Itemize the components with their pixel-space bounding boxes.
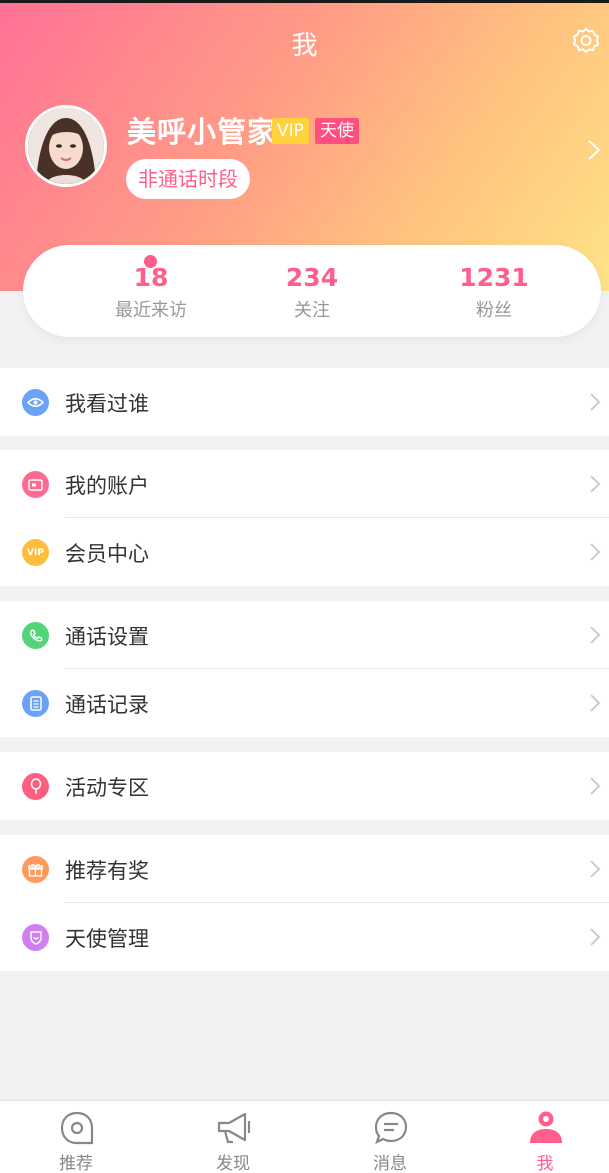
menu-group-call: 通话设置 通话记录 bbox=[0, 601, 609, 737]
stat-fans[interactable]: 1231 粉丝 bbox=[414, 263, 574, 322]
tab-label: 消息 bbox=[373, 1154, 407, 1173]
menu-item-viewed[interactable]: 我看过谁 bbox=[0, 368, 609, 436]
stat-following[interactable]: 234 关注 bbox=[232, 263, 392, 322]
menu-item-activity[interactable]: 活动专区 bbox=[0, 752, 609, 820]
menu-group-account: 我的账户 VIP 会员中心 bbox=[0, 450, 609, 586]
menu-item-vip-center[interactable]: VIP 会员中心 bbox=[0, 518, 609, 586]
menu-item-account[interactable]: 我的账户 bbox=[0, 450, 609, 518]
avatar-photo bbox=[28, 108, 104, 184]
tab-me[interactable]: 我 bbox=[469, 1101, 609, 1173]
menu-item-label: 我看过谁 bbox=[65, 392, 149, 416]
tab-label: 发现 bbox=[216, 1154, 250, 1173]
chevron-right-icon[interactable] bbox=[586, 139, 602, 161]
angel-badge: 天使 bbox=[315, 118, 359, 144]
notification-dot bbox=[144, 255, 157, 268]
phone-icon bbox=[22, 622, 49, 649]
chevron-right-icon bbox=[590, 393, 601, 411]
profile-page: 我 美呼小管家 VIP 天使 非通话时段 18 最近来访 234 关注 1231… bbox=[0, 0, 609, 1173]
stat-label: 关注 bbox=[294, 300, 330, 321]
avatar[interactable] bbox=[25, 105, 107, 187]
stat-recent-visitors[interactable]: 18 最近来访 bbox=[71, 263, 231, 322]
stats-card: 18 最近来访 234 关注 1231 粉丝 bbox=[23, 245, 601, 337]
eye-icon bbox=[22, 389, 49, 416]
chevron-right-icon bbox=[590, 475, 601, 493]
menu-item-label: 通话设置 bbox=[65, 625, 149, 649]
menu-item-angel-management[interactable]: 天使管理 bbox=[0, 903, 609, 971]
stat-value: 234 bbox=[285, 263, 339, 292]
menu-group-invite: 推荐有奖 天使管理 bbox=[0, 835, 609, 971]
record-icon bbox=[22, 690, 49, 717]
page-title: 我 bbox=[291, 31, 318, 61]
balloon-icon bbox=[22, 773, 49, 800]
menu-item-call-settings[interactable]: 通话设置 bbox=[0, 601, 609, 669]
chevron-right-icon bbox=[590, 626, 601, 644]
settings-button[interactable] bbox=[570, 25, 602, 57]
stat-label: 最近来访 bbox=[115, 300, 187, 321]
chevron-right-icon bbox=[590, 860, 601, 878]
menu-item-call-records[interactable]: 通话记录 bbox=[0, 669, 609, 737]
bottom-tab-bar: 推荐 发现 消息 我 bbox=[0, 1100, 609, 1173]
user-icon bbox=[530, 1111, 562, 1143]
stat-label: 粉丝 bbox=[476, 300, 512, 321]
menu-group-history: 我看过谁 bbox=[0, 368, 609, 436]
chevron-right-icon bbox=[590, 694, 601, 712]
tab-discover[interactable]: 发现 bbox=[157, 1101, 309, 1173]
tab-messages[interactable]: 消息 bbox=[314, 1101, 466, 1173]
gear-icon bbox=[572, 27, 600, 54]
vip-icon: VIP bbox=[22, 539, 49, 566]
menu-item-label: 我的账户 bbox=[65, 474, 149, 498]
tab-label: 推荐 bbox=[59, 1154, 93, 1173]
tab-recommend[interactable]: 推荐 bbox=[0, 1101, 152, 1173]
stat-value: 1231 bbox=[459, 263, 529, 292]
menu-item-label: 天使管理 bbox=[65, 927, 149, 951]
gift-icon bbox=[22, 856, 49, 883]
wallet-icon bbox=[22, 471, 49, 498]
tab-label: 我 bbox=[536, 1154, 554, 1173]
menu-item-label: 活动专区 bbox=[65, 776, 149, 800]
username: 美呼小管家 bbox=[127, 115, 278, 149]
vip-badge: VIP bbox=[272, 118, 309, 144]
message-icon bbox=[374, 1111, 408, 1145]
menu-item-referral[interactable]: 推荐有奖 bbox=[0, 835, 609, 903]
chevron-right-icon bbox=[590, 777, 601, 795]
chevron-right-icon bbox=[590, 543, 601, 561]
menu-item-label: 通话记录 bbox=[65, 693, 149, 717]
menu-item-label: 推荐有奖 bbox=[65, 859, 149, 883]
chevron-right-icon bbox=[590, 928, 601, 946]
megaphone-icon bbox=[217, 1112, 251, 1144]
recommend-icon bbox=[60, 1111, 94, 1145]
call-status-badge[interactable]: 非通话时段 bbox=[126, 159, 250, 199]
menu-group-activity: 活动专区 bbox=[0, 752, 609, 820]
shield-icon bbox=[22, 924, 49, 951]
menu-item-label: 会员中心 bbox=[65, 542, 149, 566]
